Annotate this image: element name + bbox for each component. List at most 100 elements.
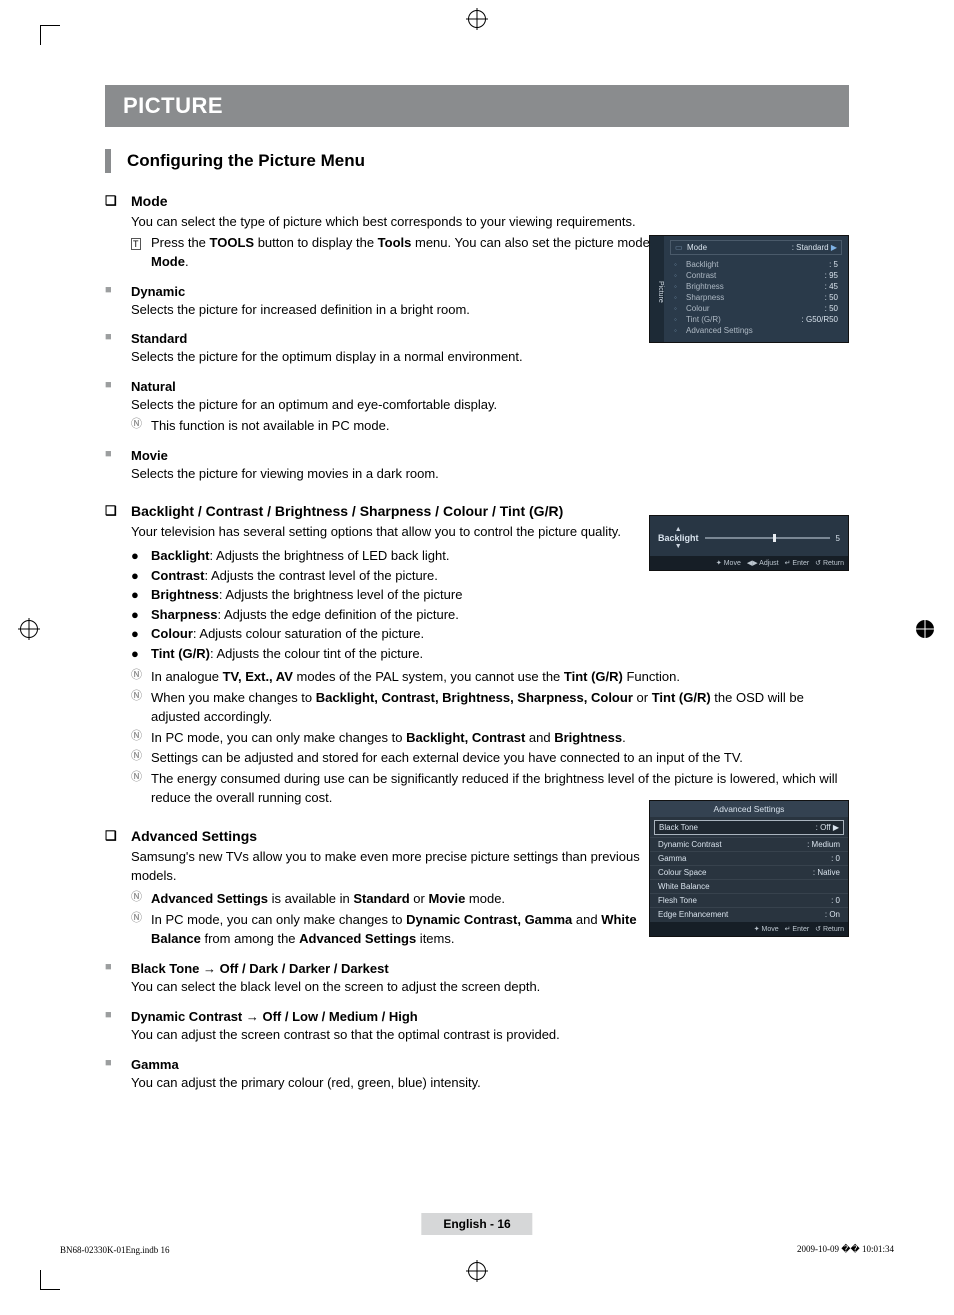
osd-nav-hints: ✦ Move◀▶ Adjust↵ Enter↺ Return	[650, 556, 848, 570]
bullet-icon: ●	[131, 624, 151, 644]
square-marker-icon: ■	[105, 331, 121, 346]
bullet-text: Colour: Adjusts colour saturation of the…	[151, 624, 424, 644]
tv-icon: ▭	[675, 243, 687, 252]
registration-mark-icon	[916, 620, 934, 638]
tools-icon: T	[131, 234, 151, 272]
bullet-text: Brightness: Adjusts the brightness level…	[151, 585, 462, 605]
crop-mark	[40, 25, 60, 45]
osd-advanced-settings: Advanced Settings Black Tone: Off ▶ Dynam…	[649, 800, 849, 937]
subheading-dyncontrast: Dynamic Contrast → Off / Low / Medium / …	[131, 1009, 418, 1024]
bullet-icon: ●	[131, 566, 151, 586]
bullet-icon: ●	[131, 644, 151, 664]
chevron-down-icon: ▼	[675, 543, 682, 550]
osd-row: ◦Colour: 50	[670, 303, 842, 314]
osd-row: ◦Advanced Settings	[670, 325, 842, 336]
subheading-movie: Movie	[131, 448, 168, 463]
subheading-advanced: Advanced Settings	[131, 828, 257, 844]
registration-mark-icon	[468, 10, 486, 28]
note-icon: Ⓝ	[131, 910, 151, 949]
note-icon: Ⓝ	[131, 889, 151, 909]
slider-track	[705, 537, 830, 539]
gamma-body: You can adjust the primary colour (red, …	[131, 1074, 849, 1093]
page-footer-right: 2009-10-09 �� 10:01:34	[797, 1244, 894, 1255]
chevron-right-icon: ▶	[831, 243, 837, 252]
note-icon: Ⓝ	[131, 416, 151, 436]
advanced-note: In PC mode, you can only make changes to…	[151, 910, 641, 949]
square-marker-icon: ■	[105, 379, 121, 394]
blacktone-body: You can select the black level on the sc…	[131, 978, 849, 997]
note-icon: Ⓝ	[131, 748, 151, 768]
mode-intro: You can select the type of picture which…	[131, 213, 849, 232]
square-marker-icon: ■	[105, 1057, 121, 1072]
crop-mark	[40, 1270, 60, 1290]
square-marker-icon: ■	[105, 961, 121, 976]
osd-row: Flesh Tone: 0	[650, 893, 848, 907]
square-marker-icon: ■	[105, 1009, 121, 1024]
osd-row: ◦Tint (G/R): G50/R50	[670, 314, 842, 325]
page-content: PICTURE Configuring the Picture Menu ❏ M…	[105, 85, 849, 1235]
natural-body: Selects the picture for an optimum and e…	[131, 396, 849, 415]
osd-row: Gamma: 0	[650, 851, 848, 865]
bullet-text: Tint (G/R): Adjusts the colour tint of t…	[151, 644, 423, 664]
adjust-note: In PC mode, you can only make changes to…	[151, 728, 626, 748]
osd-backlight-slider: ▲ Backlight ▼ 5 ✦ Move◀▶ Adjust↵ Enter↺ …	[649, 515, 849, 571]
list-marker-icon: ❏	[105, 193, 121, 209]
natural-note: This function is not available in PC mod…	[151, 416, 389, 436]
advanced-intro: Samsung's new TVs allow you to make even…	[131, 848, 651, 886]
osd-row: ◦Sharpness: 50	[670, 292, 842, 303]
osd-row: White Balance	[650, 879, 848, 893]
slider-thumb	[773, 534, 776, 542]
standard-body: Selects the picture for the optimum disp…	[131, 348, 849, 367]
list-marker-icon: ❏	[105, 828, 121, 844]
section-banner: PICTURE	[105, 85, 849, 127]
registration-mark-icon	[468, 1262, 486, 1280]
advanced-note: Advanced Settings is available in Standa…	[151, 889, 505, 909]
list-marker-icon: ❏	[105, 503, 121, 519]
subheading-standard: Standard	[131, 331, 187, 346]
osd-mode-value: : Standard	[792, 243, 829, 252]
osd-row: Dynamic Contrast: Medium	[650, 837, 848, 851]
osd-row: Edge Enhancement: On	[650, 907, 848, 921]
bullet-icon: ●	[131, 546, 151, 566]
osd-picture-menu: Picture ▭Mode : Standard ▶ ◦Backlight: 5…	[649, 235, 849, 343]
bullet-icon: ●	[131, 585, 151, 605]
page-footer-left: BN68-02330K-01Eng.indb 16	[60, 1245, 170, 1255]
square-marker-icon: ■	[105, 284, 121, 299]
note-icon: Ⓝ	[131, 769, 151, 808]
section-heading: Configuring the Picture Menu	[127, 149, 365, 173]
note-icon: Ⓝ	[131, 728, 151, 748]
osd-row: ◦Backlight: 5	[670, 259, 842, 270]
note-icon: Ⓝ	[131, 667, 151, 687]
osd-advanced-title: Advanced Settings	[650, 801, 848, 817]
osd-backlight-label: Backlight	[658, 533, 699, 543]
bullet-text: Sharpness: Adjusts the edge definition o…	[151, 605, 459, 625]
subheading-mode: Mode	[131, 193, 168, 209]
subheading-blacktone: Black Tone → Off / Dark / Darker / Darke…	[131, 961, 389, 976]
page-footer-center: English - 16	[421, 1213, 532, 1235]
subheading-natural: Natural	[131, 379, 176, 394]
subheading-dynamic: Dynamic	[131, 284, 185, 299]
adjust-note: In analogue TV, Ext., AV modes of the PA…	[151, 667, 680, 687]
note-icon: Ⓝ	[131, 688, 151, 727]
registration-mark-icon	[20, 620, 38, 638]
bullet-text: Contrast: Adjusts the contrast level of …	[151, 566, 438, 586]
bullet-text: Backlight: Adjusts the brightness of LED…	[151, 546, 449, 566]
movie-body: Selects the picture for viewing movies i…	[131, 465, 849, 484]
osd-row: Black Tone: Off ▶	[654, 820, 844, 835]
osd-row: ◦Contrast: 95	[670, 270, 842, 281]
heading-accent	[105, 149, 111, 173]
dyncontrast-body: You can adjust the screen contrast so th…	[131, 1026, 849, 1045]
osd-row: ◦Brightness: 45	[670, 281, 842, 292]
osd-nav-hints: ✦ Move↵ Enter↺ Return	[650, 922, 848, 936]
adjust-note: Settings can be adjusted and stored for …	[151, 748, 743, 768]
chevron-up-icon: ▲	[675, 526, 682, 533]
subheading-gamma: Gamma	[131, 1057, 179, 1072]
osd-mode-label: Mode	[687, 243, 707, 252]
osd-backlight-value: 5	[836, 534, 840, 543]
subheading-adjust: Backlight / Contrast / Brightness / Shar…	[131, 503, 563, 519]
bullet-icon: ●	[131, 605, 151, 625]
osd-tab-picture: Picture	[650, 236, 664, 342]
square-marker-icon: ■	[105, 448, 121, 463]
osd-row: Colour Space: Native	[650, 865, 848, 879]
adjust-note: When you make changes to Backlight, Cont…	[151, 688, 849, 727]
